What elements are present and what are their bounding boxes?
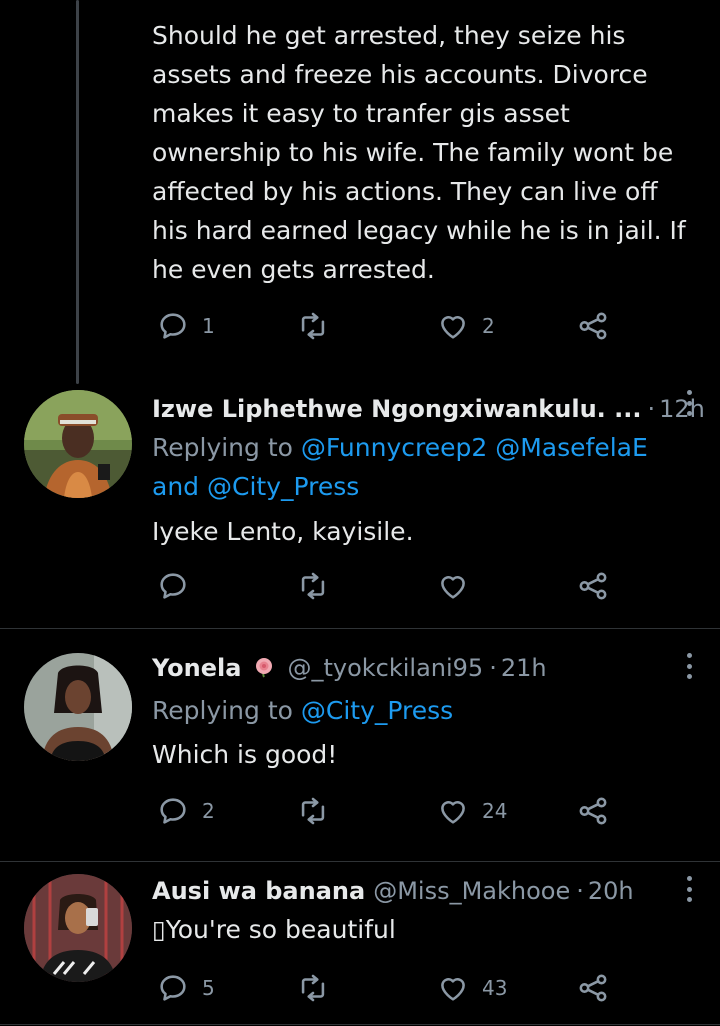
- replying-to: Replying to @Funnycreep2 @MasefelaE and …: [152, 428, 680, 506]
- mention-link[interactable]: @Funnycreep2: [301, 433, 487, 462]
- more-icon: [686, 653, 692, 658]
- reply-button[interactable]: 1: [156, 308, 215, 344]
- retweet-icon: [301, 797, 325, 825]
- avatar-image: [24, 874, 132, 982]
- like-button[interactable]: 2: [436, 308, 495, 344]
- share-button[interactable]: [576, 793, 610, 829]
- like-count: 2: [482, 314, 495, 338]
- reply-count: 1: [202, 314, 215, 338]
- timestamp[interactable]: 21h: [501, 654, 547, 682]
- like-icon: [441, 978, 465, 1001]
- timestamp[interactable]: 12h: [659, 395, 705, 423]
- avatar-image: [24, 390, 132, 498]
- reply-icon: [160, 313, 186, 339]
- tweet-header: Izwe Liphethwe Ngongxiwankulu. ... · 12h: [152, 392, 705, 426]
- reply-icon: [160, 975, 186, 1001]
- separator-dot: ·: [489, 654, 497, 682]
- separator-dot: ·: [647, 395, 656, 423]
- tweet-actions: 1 2: [156, 308, 626, 344]
- retweet-button[interactable]: [296, 970, 342, 1006]
- tweet-actions: [156, 568, 626, 604]
- retweet-icon: [301, 572, 325, 600]
- share-button[interactable]: [576, 970, 610, 1006]
- tweet-4[interactable]: Ausi wa banana @Miss_Makhooe · 20h ▯You'…: [0, 862, 720, 1026]
- reply-button[interactable]: 5: [156, 970, 215, 1006]
- separator-dot: ·: [576, 877, 584, 905]
- display-name[interactable]: Yonela: [152, 654, 241, 682]
- avatar[interactable]: [24, 874, 132, 982]
- avatar[interactable]: [24, 653, 132, 761]
- retweet-button[interactable]: [296, 568, 342, 604]
- tweet-text: Iyeke Lento, kayisile.: [152, 517, 414, 546]
- share-icon: [579, 974, 607, 1002]
- like-icon: [441, 576, 465, 599]
- avatar-image: [24, 653, 132, 761]
- share-icon: [579, 572, 607, 600]
- more-icon: [686, 390, 692, 395]
- more-icon-dot: [686, 400, 692, 406]
- reply-icon: [160, 798, 186, 824]
- tweet-text: ▯You're so beautiful: [152, 915, 396, 944]
- retweet-button[interactable]: [296, 793, 342, 829]
- more-options-button[interactable]: [684, 390, 694, 416]
- like-icon: [441, 801, 465, 824]
- display-name[interactable]: Ausi wa banana: [152, 877, 365, 905]
- replying-to-label: Replying to: [152, 696, 293, 725]
- tweet-header: Yonela @_tyokckilani95 · 21h: [152, 651, 702, 685]
- more-icon-dot: [686, 411, 692, 416]
- mention-link[interactable]: @MasefelaE: [495, 433, 648, 462]
- tweet-text: Should he get arrested, they seize his a…: [152, 21, 686, 284]
- share-button[interactable]: [576, 568, 610, 604]
- like-count: 24: [482, 799, 508, 823]
- avatar[interactable]: [24, 390, 132, 498]
- reply-count: 2: [202, 799, 215, 823]
- like-button[interactable]: 24: [436, 793, 507, 829]
- replying-to-label: Replying to: [152, 433, 293, 462]
- like-button[interactable]: [436, 568, 482, 604]
- more-icon-dot: [686, 897, 692, 902]
- tweet-3[interactable]: Yonela @_tyokckilani95 · 21h Replying to…: [0, 629, 720, 861]
- user-handle[interactable]: @Miss_Makhooe: [373, 877, 570, 905]
- retweet-icon: [301, 974, 325, 1002]
- tweet-actions: 2 24: [156, 793, 626, 829]
- reply-count: 5: [202, 976, 215, 1000]
- and-word[interactable]: and: [152, 472, 199, 501]
- retweet-icon: [301, 312, 325, 340]
- share-icon: [579, 797, 607, 825]
- more-options-button[interactable]: [684, 876, 694, 902]
- reply-icon: [160, 573, 186, 599]
- mention-link[interactable]: @City_Press: [207, 472, 359, 501]
- more-icon-dot: [686, 674, 692, 679]
- share-button[interactable]: [576, 308, 610, 344]
- divider: [0, 1024, 720, 1025]
- like-icon: [441, 316, 465, 339]
- more-options-button[interactable]: [684, 653, 694, 679]
- like-count: 43: [482, 976, 508, 1000]
- like-button[interactable]: 43: [436, 970, 507, 1006]
- more-icon-dot: [686, 663, 692, 669]
- rose-emoji-icon: [256, 658, 273, 678]
- tweet-actions: 5 43: [156, 970, 626, 1006]
- user-handle[interactable]: @_tyokckilani95: [287, 654, 483, 682]
- tweet-2[interactable]: Izwe Liphethwe Ngongxiwankulu. ... · 12h…: [0, 384, 720, 628]
- more-icon: [686, 876, 692, 881]
- mention-link[interactable]: @City_Press: [301, 696, 453, 725]
- share-icon: [579, 312, 607, 340]
- reply-button[interactable]: 2: [156, 793, 215, 829]
- tweet-text: Which is good!: [152, 740, 338, 769]
- timestamp[interactable]: 20h: [588, 877, 634, 905]
- display-name[interactable]: Izwe Liphethwe Ngongxiwankulu. ...: [152, 395, 642, 423]
- retweet-button[interactable]: [296, 308, 342, 344]
- reply-button[interactable]: [156, 568, 202, 604]
- replying-to: Replying to @City_Press: [152, 691, 680, 730]
- tweet-header: Ausi wa banana @Miss_Makhooe · 20h: [152, 874, 702, 908]
- tweet-1[interactable]: Should he get arrested, they seize his a…: [0, 0, 720, 370]
- more-icon-dot: [686, 886, 692, 892]
